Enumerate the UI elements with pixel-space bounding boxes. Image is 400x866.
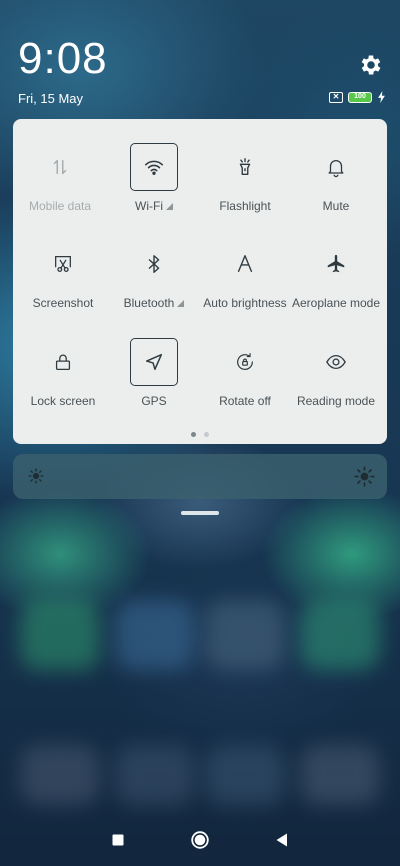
location-arrow-icon [145, 353, 163, 371]
page-indicator [13, 432, 387, 437]
tile-wifi[interactable]: Wi-Fi [108, 143, 200, 233]
expand-arrow-icon [177, 299, 185, 307]
brightness-high-icon [354, 466, 375, 487]
tile-rotate-off[interactable]: Rotate off [199, 338, 291, 428]
mobile-data-arrows-icon [53, 159, 67, 175]
flashlight-icon [239, 158, 251, 176]
rotate-lock-icon [237, 353, 253, 370]
tile-aeroplane-mode[interactable]: Aeroplane mode [290, 240, 382, 330]
page-dot-active[interactable] [191, 432, 196, 437]
page-dot[interactable] [204, 432, 209, 437]
navigation-bar [0, 818, 400, 866]
recents-square-icon[interactable] [108, 830, 128, 850]
tile-reading-mode-label: Reading mode [296, 394, 376, 408]
tile-bluetooth[interactable]: Bluetooth [108, 240, 200, 330]
drag-handle[interactable] [181, 511, 219, 515]
brightness-slider[interactable] [13, 454, 387, 499]
tile-flashlight-icon-box [221, 143, 269, 191]
blurred-dock-icon [115, 745, 195, 805]
home-circle-icon[interactable] [190, 830, 210, 850]
tile-mute-label: Mute [322, 199, 350, 213]
tile-rotate-icon-box [221, 338, 269, 386]
tile-lock-screen[interactable]: Lock screen [17, 338, 109, 428]
tile-auto-brightness-icon-box [221, 240, 269, 288]
tile-screenshot[interactable]: Screenshot [17, 240, 109, 330]
airplane-icon [327, 254, 345, 273]
tile-mute-icon-box [312, 143, 360, 191]
blurred-app-icon [20, 600, 100, 670]
brightness-low-icon [28, 468, 44, 484]
tile-aeroplane-mode-label: Aeroplane mode [291, 296, 381, 310]
tile-lock-screen-label: Lock screen [30, 394, 96, 408]
tile-flashlight-label: Flashlight [219, 199, 271, 213]
auto-brightness-a-icon [237, 255, 253, 273]
tile-rotate-off-label: Rotate off [219, 394, 271, 408]
tile-flashlight[interactable]: Flashlight [199, 143, 291, 233]
sim-off-icon: ✕ [329, 91, 343, 103]
tile-mobile-data[interactable]: Mobile data [14, 143, 106, 233]
expand-arrow-icon [165, 202, 173, 210]
tile-bluetooth-icon-box [130, 240, 178, 288]
tile-reading-mode[interactable]: Reading mode [290, 338, 382, 428]
tile-gps-icon-box [130, 338, 178, 386]
charging-bolt-icon [378, 91, 385, 103]
bell-icon [328, 160, 344, 178]
blurred-app-icon [205, 600, 285, 670]
tile-wifi-label: Wi-Fi [135, 199, 173, 213]
lock-icon [55, 354, 71, 370]
tile-mobile-data-label: Mobile data [28, 199, 92, 213]
blurred-app-icon [300, 600, 380, 670]
scissors-screenshot-icon [55, 256, 71, 272]
battery-level: 100 [354, 92, 366, 100]
tile-bluetooth-label: Bluetooth [124, 296, 185, 310]
battery-icon: 100 [348, 91, 372, 103]
date-text: Fri, 15 May [18, 91, 84, 106]
tile-auto-brightness-label: Auto brightness [203, 296, 287, 310]
eye-icon [326, 354, 346, 370]
quick-settings-panel: Mobile data Wi-Fi Flashlight Mute Screen… [13, 119, 387, 444]
tile-lock-icon-box [39, 338, 87, 386]
tile-auto-brightness[interactable]: Auto brightness [199, 240, 291, 330]
settings-gear-icon[interactable] [358, 52, 384, 78]
blurred-app-icon [115, 600, 195, 670]
status-icons: ✕ 100 [329, 91, 386, 103]
blurred-dock-icon [300, 745, 380, 805]
tile-screenshot-icon-box [39, 240, 87, 288]
bluetooth-icon [148, 255, 160, 273]
back-triangle-icon[interactable] [272, 830, 292, 850]
clock-time: 9:08 [18, 34, 108, 83]
tile-aeroplane-icon-box [312, 240, 360, 288]
blurred-dock-icon [20, 745, 100, 805]
tile-mobile-data-icon-box [36, 143, 84, 191]
blurred-dock-icon [205, 745, 285, 805]
tile-gps[interactable]: GPS [108, 338, 200, 428]
tile-gps-label: GPS [141, 394, 167, 408]
tile-wifi-icon-box [130, 143, 178, 191]
tile-reading-icon-box [312, 338, 360, 386]
tile-screenshot-label: Screenshot [32, 296, 94, 310]
tile-mute[interactable]: Mute [290, 143, 382, 233]
wifi-icon [144, 160, 164, 175]
